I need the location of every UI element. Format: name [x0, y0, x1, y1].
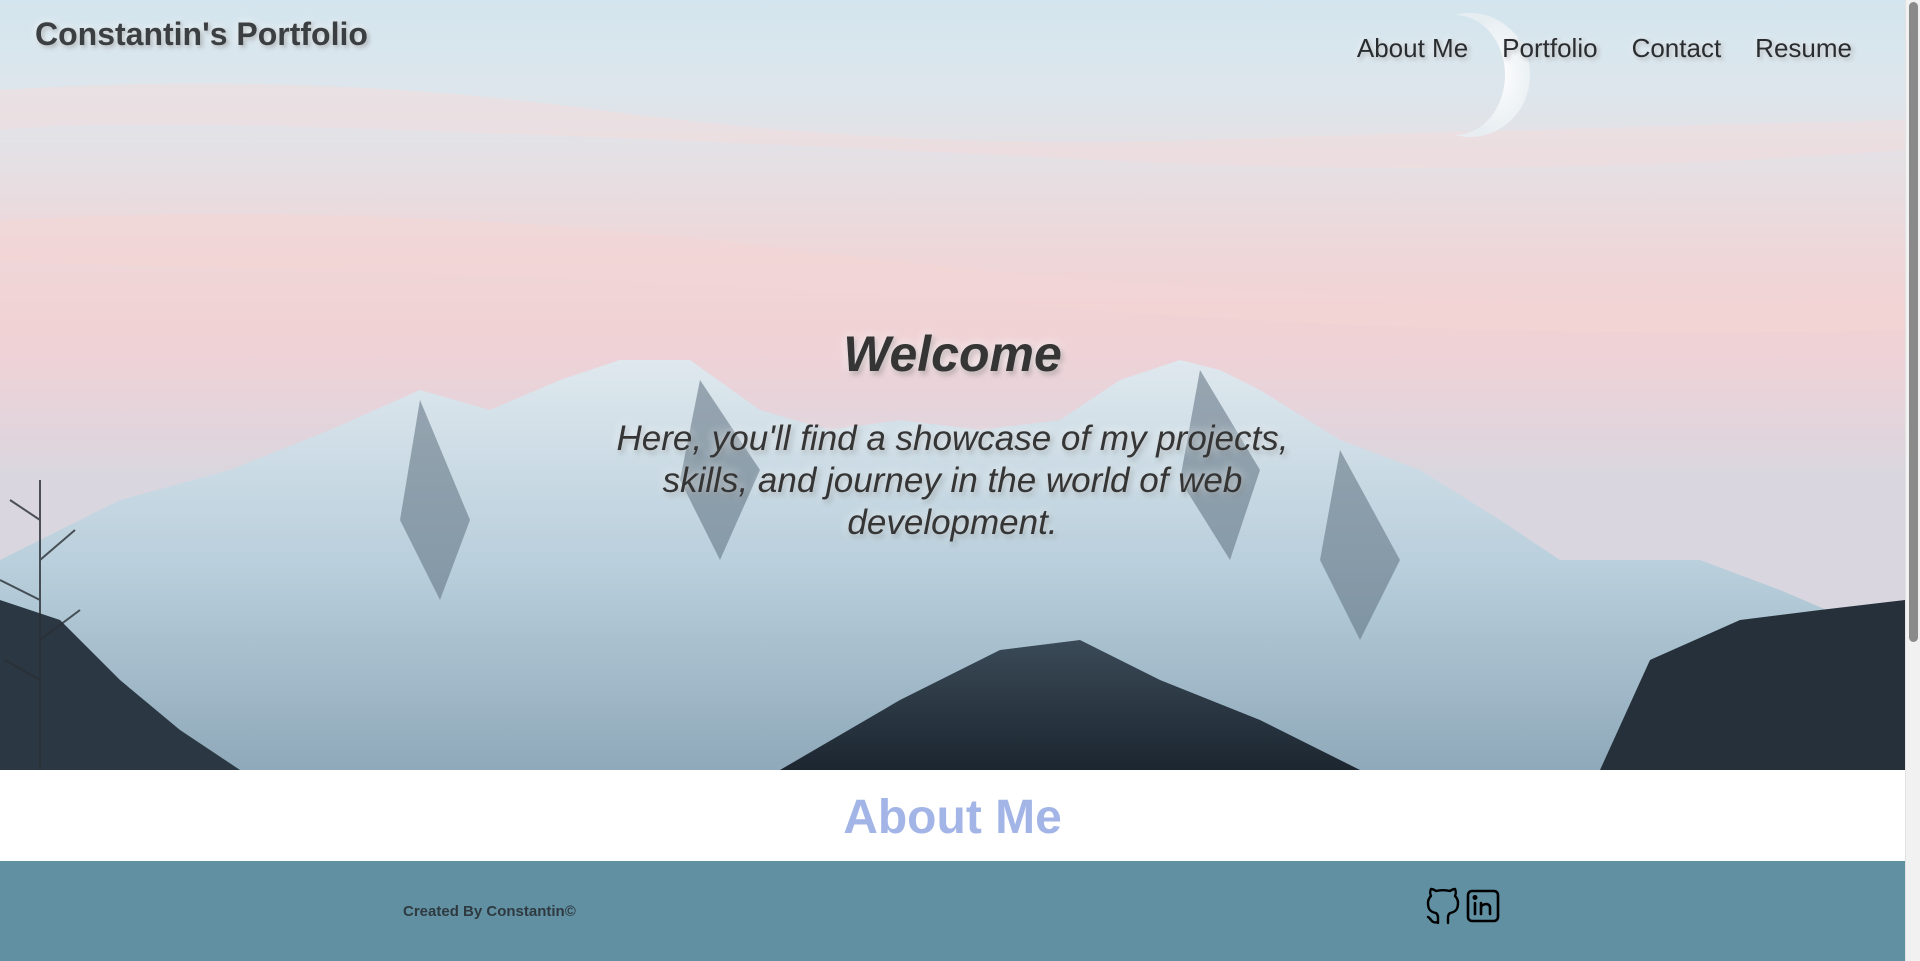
about-heading: About Me: [843, 791, 1062, 844]
hero-heading: Welcome: [843, 326, 1062, 382]
hero-text: Here, you'll find a showcase of my proje…: [616, 419, 1289, 542]
linkedin-icon[interactable]: [1465, 887, 1501, 925]
social-links: [1425, 887, 1501, 925]
nav-resume[interactable]: Resume: [1755, 33, 1852, 64]
main-nav: About Me Portfolio Contact Resume: [1357, 33, 1852, 64]
page-scrollbar[interactable]: [1905, 0, 1920, 961]
site-title[interactable]: Constantin's Portfolio: [35, 16, 368, 53]
scrollbar-thumb[interactable]: [1909, 2, 1918, 642]
about-section: About Me: [0, 770, 1905, 861]
mountain-background-image: [0, 12, 1905, 770]
github-icon[interactable]: [1425, 887, 1461, 925]
nav-about-me[interactable]: About Me: [1357, 33, 1468, 64]
footer: Created By Constantin©: [0, 861, 1905, 961]
nav-portfolio[interactable]: Portfolio: [1502, 33, 1597, 64]
footer-credit: Created By Constantin©: [403, 903, 576, 920]
nav-contact[interactable]: Contact: [1632, 33, 1722, 64]
hero-section: Constantin's Portfolio About Me Portfoli…: [0, 0, 1905, 770]
